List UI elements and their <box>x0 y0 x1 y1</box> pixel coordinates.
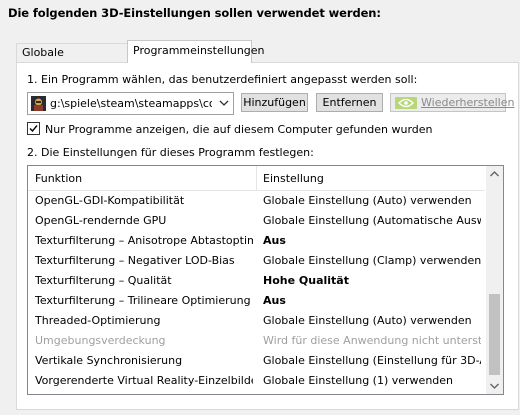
step2-label: 2. Die Einstellungen für dieses Programm… <box>27 146 314 159</box>
scrollbar-thumb[interactable] <box>489 294 500 375</box>
step1-label: 1. Ein Programm wählen, das benutzerdefi… <box>27 73 418 86</box>
setting-cell[interactable]: Globale Einstellung (Auto) verwenden <box>263 194 481 207</box>
function-cell: Texturfilterung – Trilineare Optimierung <box>35 294 251 307</box>
function-cell: Umgebungsverdeckung <box>35 334 166 347</box>
column-header-function[interactable]: Funktion <box>35 172 82 185</box>
settings-rows: OpenGL-GDI-Kompatibilität Globale Einstel… <box>28 190 485 390</box>
function-cell: Vertikale Synchronisierung <box>35 354 183 367</box>
chevron-down-icon[interactable] <box>490 383 499 389</box>
checkmark-icon <box>29 125 38 133</box>
chevron-up-icon[interactable] <box>490 171 499 177</box>
list-item[interactable]: Vertikale Synchronisierung Globale Einste… <box>28 350 485 370</box>
list-item[interactable]: OpenGL-GDI-Kompatibilität Globale Einstel… <box>28 190 485 210</box>
nvidia-logo-icon <box>395 97 417 109</box>
setting-cell[interactable]: Aus <box>263 294 481 307</box>
function-cell: OpenGL-GDI-Kompatibilität <box>35 194 185 207</box>
setting-cell[interactable]: Globale Einstellung (1) verwenden <box>263 374 481 387</box>
settings-list: Funktion Einstellung OpenGL-GDI-Kompatib… <box>27 165 504 395</box>
game-icon <box>31 96 46 111</box>
add-program-button[interactable]: Hinzufügen <box>241 93 308 112</box>
list-item[interactable]: Umgebungsverdeckung Wird für diese Anwend… <box>28 330 485 350</box>
function-cell: Vorgerenderte Virtual Reality-Einzelbild… <box>35 374 253 387</box>
restore-button-label: Wiederherstellen <box>421 96 515 109</box>
setting-cell[interactable]: Globale Einstellung (Automatische Auswah… <box>263 214 481 227</box>
column-header-setting[interactable]: Einstellung <box>263 172 324 185</box>
program-select-value: g:\spiele\steam\steamapps\co... <box>50 97 212 110</box>
chevron-down-icon <box>219 100 229 106</box>
show-found-programs-label: Nur Programme anzeigen, die auf diesem C… <box>45 123 433 136</box>
tab-global-settings[interactable]: Globale Einstellungen <box>16 43 128 77</box>
list-item[interactable]: Texturfilterung – Anisotrope Abtastoptim… <box>28 230 485 250</box>
setting-cell[interactable]: Aus <box>263 234 481 247</box>
function-cell: Texturfilterung – Negativer LOD-Bias <box>35 254 235 267</box>
function-cell: Threaded-Optimierung <box>35 314 161 327</box>
program-select[interactable]: g:\spiele\steam\steamapps\co... <box>27 92 234 115</box>
list-item[interactable]: Threaded-Optimierung Globale Einstellung … <box>28 310 485 330</box>
function-cell: Texturfilterung – Anisotrope Abtastoptim… <box>35 234 253 247</box>
setting-cell[interactable]: Globale Einstellung (Auto) verwenden <box>263 314 481 327</box>
column-divider[interactable] <box>256 166 257 190</box>
setting-cell[interactable]: Wird für diese Anwendung nicht unterstüt… <box>263 334 481 347</box>
list-item[interactable]: Texturfilterung – Trilineare Optimierung… <box>28 290 485 310</box>
list-item[interactable]: Vorgerenderte Virtual Reality-Einzelbild… <box>28 370 485 390</box>
restore-button[interactable]: Wiederherstellen <box>390 93 514 112</box>
function-cell: Texturfilterung – Qualität <box>35 274 172 287</box>
vertical-scrollbar[interactable] <box>486 166 503 394</box>
show-found-programs-checkbox[interactable] <box>27 122 40 135</box>
settings-list-header: Funktion Einstellung <box>28 166 485 191</box>
setting-cell[interactable]: Hohe Qualität <box>263 274 481 287</box>
function-cell: OpenGL-rendernde GPU <box>35 214 167 227</box>
list-item[interactable]: OpenGL-rendernde GPU Globale Einstellung … <box>28 210 485 230</box>
remove-program-button[interactable]: Entfernen <box>316 93 383 112</box>
tab-program-settings[interactable]: Programmeinstellungen <box>127 40 265 63</box>
setting-cell[interactable]: Globale Einstellung (Einstellung für 3D-… <box>263 354 481 367</box>
list-item[interactable]: Texturfilterung – Negativer LOD-Bias Glob… <box>28 250 485 270</box>
page-heading: Die folgenden 3D-Einstellungen sollen ve… <box>8 6 381 20</box>
setting-cell[interactable]: Globale Einstellung (Clamp) verwenden <box>263 254 481 267</box>
list-item[interactable]: Texturfilterung – Qualität Hohe Qualität <box>28 270 485 290</box>
